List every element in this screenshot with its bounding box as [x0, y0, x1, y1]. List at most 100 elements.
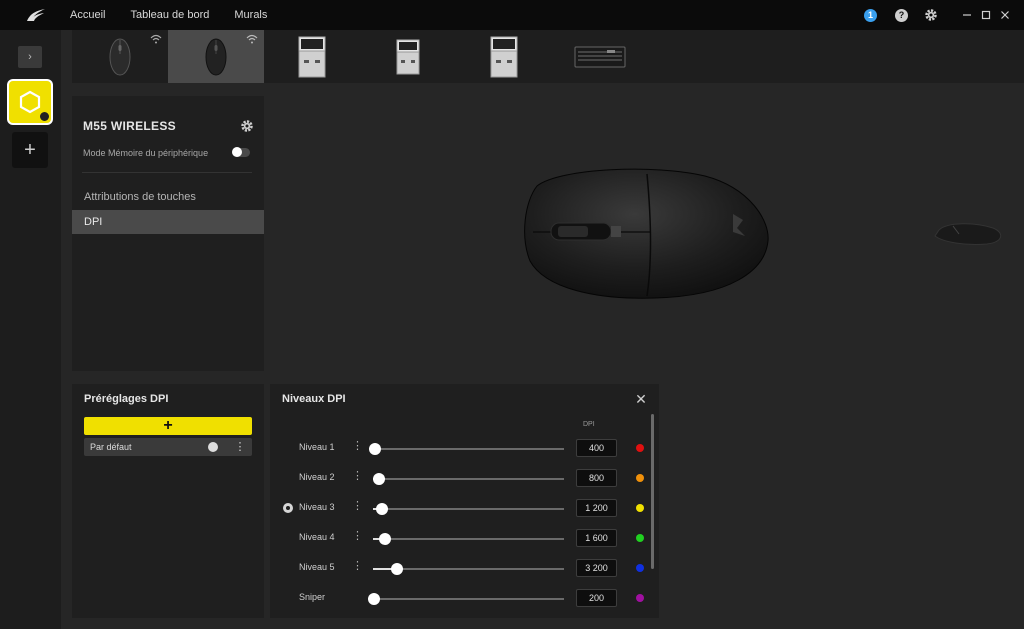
device-tile-receiver-2[interactable]	[360, 30, 456, 83]
device-tile-mouse-2[interactable]	[168, 30, 264, 83]
slider-thumb[interactable]	[375, 503, 388, 515]
slider-thumb[interactable]	[368, 443, 381, 455]
lock-icon	[40, 112, 49, 121]
preset-label: Par défaut	[90, 442, 132, 452]
usb-receiver-icon	[490, 36, 518, 77]
dpi-value-input[interactable]: 3 200	[576, 559, 617, 577]
dpi-value-input[interactable]: 1 200	[576, 499, 617, 517]
level-color-swatch[interactable]	[636, 444, 644, 452]
dpi-level-label: Niveau 1	[299, 442, 335, 452]
corsair-logo-icon	[27, 9, 45, 21]
hexagon-profile-icon	[19, 90, 41, 114]
add-profile-button[interactable]: +	[12, 132, 48, 168]
dpi-level-row: Niveau 1 ⋮ 400	[270, 438, 650, 458]
level-menu-icon[interactable]: ⋮	[352, 529, 363, 542]
profile-rail: › +	[0, 30, 61, 629]
device-tile-receiver-3[interactable]	[456, 30, 552, 83]
dpi-slider[interactable]	[373, 503, 564, 515]
dpi-level-row: Niveau 2 ⋮ 800	[270, 468, 650, 488]
top-bar: Accueil Tableau de bord Murals 1 ?	[0, 0, 1024, 30]
minimize-button[interactable]	[960, 8, 974, 22]
maximize-button[interactable]	[979, 8, 993, 22]
keyboard-icon	[574, 46, 626, 67]
menu-item-dpi[interactable]: DPI	[72, 210, 264, 234]
memory-mode-label: Mode Mémoire du périphérique	[83, 148, 209, 158]
dpi-slider[interactable]	[373, 533, 564, 545]
active-level-icon	[283, 503, 293, 513]
toggle-knob	[232, 147, 242, 157]
device-preview	[275, 96, 1024, 371]
device-settings-gear-icon[interactable]	[240, 119, 254, 133]
nav-dashboard[interactable]: Tableau de bord	[130, 9, 209, 21]
slider-thumb[interactable]	[372, 473, 385, 485]
dpi-level-label: Niveau 2	[299, 472, 335, 482]
usb-receiver-icon	[396, 39, 420, 74]
level-color-swatch[interactable]	[636, 504, 644, 512]
dpi-levels-panel: Niveaux DPI ✕ DPI Niveau 1 ⋮ 400 Niveau 2 ⋮ 8…	[270, 384, 659, 618]
device-strip	[72, 30, 1024, 83]
profile-tile[interactable]	[9, 81, 51, 123]
wireless-icon	[150, 34, 162, 44]
dpi-presets-panel: Préréglages DPI + Par défaut ⋮	[72, 384, 264, 618]
device-tile-mouse-1[interactable]	[72, 30, 168, 83]
level-menu-icon[interactable]: ⋮	[352, 559, 363, 572]
device-tile-keyboard[interactable]	[552, 30, 648, 83]
slider-thumb[interactable]	[367, 593, 380, 605]
memory-mode-toggle[interactable]	[232, 147, 250, 157]
rail-expand-button[interactable]: ›	[18, 46, 42, 68]
slider-thumb[interactable]	[390, 563, 403, 575]
dpi-slider[interactable]	[373, 563, 564, 575]
device-tile-receiver-1[interactable]	[264, 30, 360, 83]
mouse-icon	[109, 38, 131, 75]
level-menu-icon[interactable]: ⋮	[352, 469, 363, 482]
mouse-icon	[205, 38, 227, 75]
dpi-value-input[interactable]: 1 600	[576, 529, 617, 547]
dpi-slider[interactable]	[367, 593, 564, 605]
wireless-icon	[246, 34, 258, 44]
level-color-swatch[interactable]	[636, 594, 644, 602]
settings-gear-icon[interactable]	[924, 8, 938, 22]
dpi-level-row: Sniper 200	[270, 588, 650, 608]
mouse-render-image	[524, 168, 1002, 299]
dpi-level-row: Niveau 4 ⋮ 1 600	[270, 528, 650, 548]
dpi-level-label: Niveau 4	[299, 532, 335, 542]
dpi-level-label: Niveau 3	[299, 502, 335, 512]
presets-title: Préréglages DPI	[84, 393, 169, 405]
close-window-button[interactable]	[998, 8, 1012, 22]
device-settings-panel: M55 WIRELESS Mode Mémoire du périphériqu…	[72, 96, 264, 371]
level-menu-icon[interactable]: ⋮	[352, 439, 363, 452]
add-preset-button[interactable]: +	[84, 417, 252, 435]
level-color-swatch[interactable]	[636, 534, 644, 542]
preset-menu-icon[interactable]: ⋮	[234, 438, 246, 456]
level-color-swatch[interactable]	[636, 564, 644, 572]
menu-item-key-assignments[interactable]: Attributions de touches	[72, 185, 264, 209]
maximize-icon	[981, 10, 991, 20]
level-color-swatch[interactable]	[636, 474, 644, 482]
level-menu-icon[interactable]: ⋮	[352, 499, 363, 512]
usb-receiver-icon	[298, 36, 326, 77]
slider-thumb[interactable]	[379, 533, 392, 545]
dpi-level-label: Niveau 5	[299, 562, 335, 572]
dpi-level-row: Niveau 3 ⋮ 1 200	[270, 498, 650, 518]
dpi-level-row: Niveau 5 ⋮ 3 200	[270, 558, 650, 578]
dpi-value-input[interactable]: 200	[576, 589, 617, 607]
close-dpi-panel-button[interactable]: ✕	[634, 392, 648, 406]
preset-item-default[interactable]: Par défaut ⋮	[84, 438, 252, 456]
nav-murals[interactable]: Murals	[234, 9, 267, 21]
scrollbar[interactable]	[651, 414, 654, 569]
dpi-slider[interactable]	[368, 443, 564, 455]
nav-home[interactable]: Accueil	[70, 9, 105, 21]
dpi-levels-title: Niveaux DPI	[282, 393, 346, 405]
minimize-icon	[963, 14, 971, 16]
dpi-slider[interactable]	[372, 473, 564, 485]
dpi-level-label: Sniper	[299, 592, 326, 602]
divider	[82, 172, 252, 173]
dpi-value-input[interactable]: 400	[576, 439, 617, 457]
help-icon[interactable]: ?	[895, 8, 908, 22]
dpi-column-header: DPI	[583, 421, 595, 428]
dpi-value-input[interactable]: 800	[576, 469, 617, 487]
notification-badge[interactable]: 1	[864, 8, 877, 22]
close-icon	[1001, 11, 1009, 19]
active-preset-icon	[208, 442, 218, 452]
device-name: M55 WIRELESS	[83, 119, 176, 133]
